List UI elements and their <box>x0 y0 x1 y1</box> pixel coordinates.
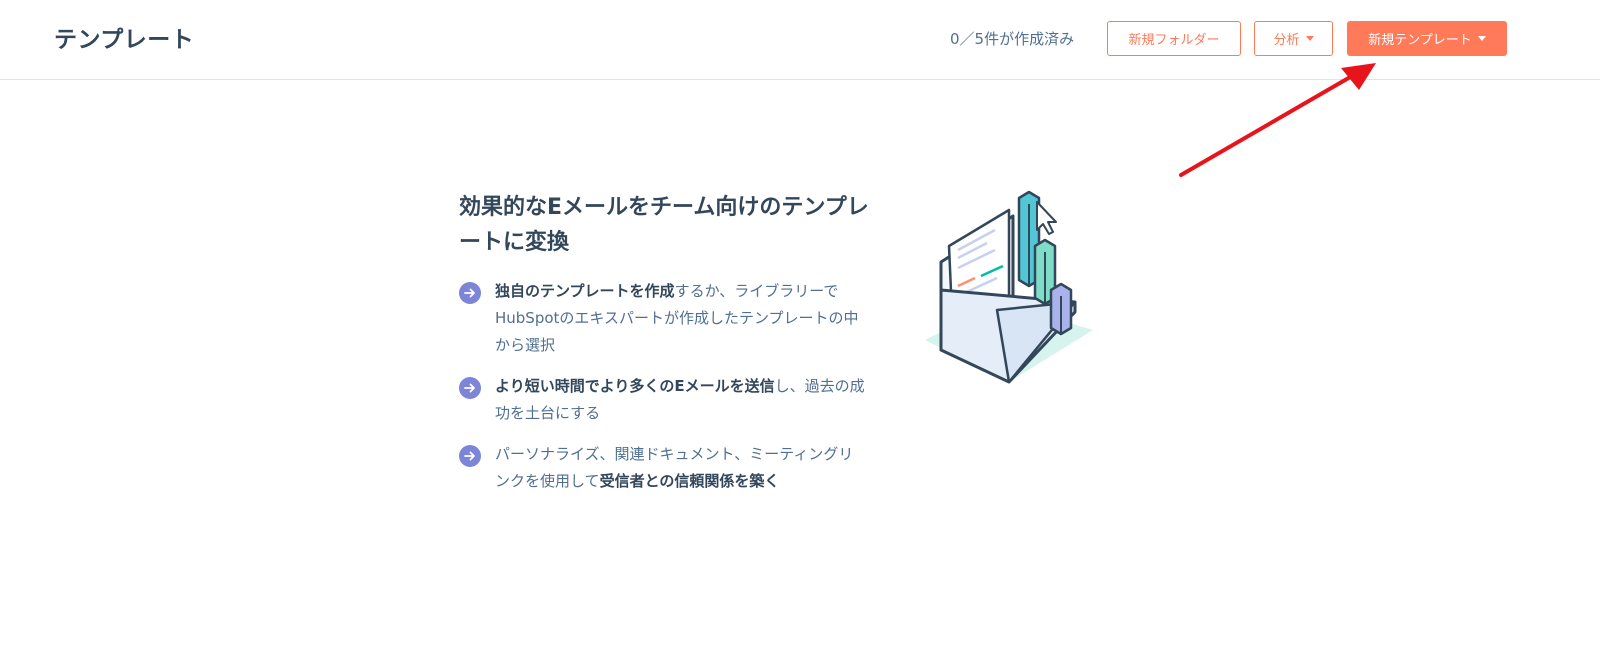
benefit-emphasis: より短い時間でより多くのEメールを送信 <box>495 377 775 395</box>
benefit-item: パーソナライズ、関連ドキュメント、ミーティングリンクを使用して受信者との信頼関係… <box>459 441 869 495</box>
benefit-item: 独自のテンプレートを作成するか、ライブラリーでHubSpotのエキスパートが作成… <box>459 278 869 359</box>
email-template-illustration <box>925 190 1105 390</box>
analyze-label: 分析 <box>1273 33 1300 48</box>
page-title: テンプレート <box>54 27 195 53</box>
analyze-dropdown-button[interactable]: 分析 <box>1254 21 1333 56</box>
benefit-item: より短い時間でより多くのEメールを送信し、過去の成功を土台にする <box>459 373 869 427</box>
empty-state-headline: 効果的なEメールをチーム向けのテンプレートに変換 <box>459 195 869 255</box>
new-template-label: 新規テンプレート <box>1368 33 1472 48</box>
benefit-text: パーソナライズ、関連ドキュメント、ミーティングリンクを使用して受信者との信頼関係… <box>495 441 865 495</box>
page-header: テンプレート 0／5件が作成済み 新規フォルダー 分析 新規テンプレート <box>0 0 1600 80</box>
new-template-dropdown-button[interactable]: 新規テンプレート <box>1347 21 1507 56</box>
benefit-text: より短い時間でより多くのEメールを送信し、過去の成功を土台にする <box>495 373 865 427</box>
template-usage-count: 0／5件が作成済み <box>950 30 1075 48</box>
benefit-emphasis: 独自のテンプレートを作成 <box>495 282 675 300</box>
new-folder-button[interactable]: 新規フォルダー <box>1107 21 1241 56</box>
arrow-right-icon <box>459 445 481 467</box>
empty-state-content: 効果的なEメールをチーム向けのテンプレートに変換 独自のテンプレートを作成するか… <box>459 190 869 509</box>
benefit-text: 独自のテンプレートを作成するか、ライブラリーでHubSpotのエキスパートが作成… <box>495 278 865 359</box>
arrow-right-icon <box>459 282 481 304</box>
arrow-right-icon <box>459 377 481 399</box>
chevron-down-icon <box>1305 36 1314 41</box>
chevron-down-icon <box>1477 36 1486 41</box>
benefit-emphasis: 受信者との信頼関係を築く <box>599 472 780 490</box>
new-folder-label: 新規フォルダー <box>1128 33 1220 48</box>
